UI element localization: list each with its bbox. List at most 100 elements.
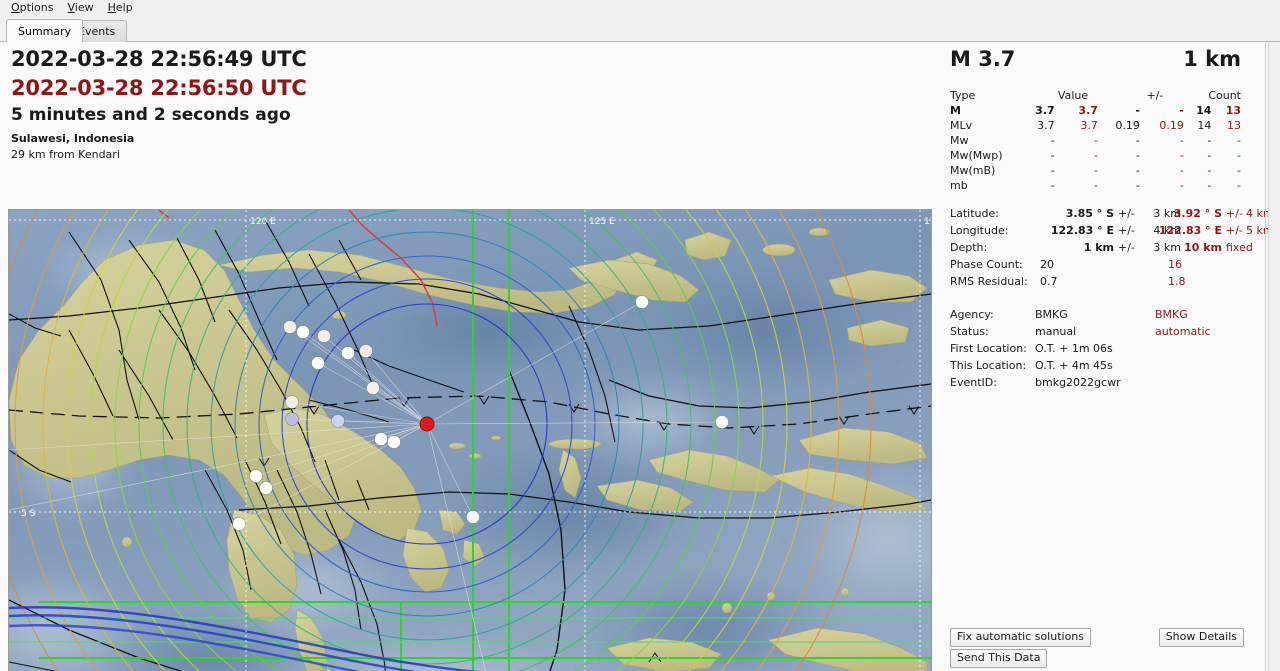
station-marker[interactable] xyxy=(715,415,729,429)
mag-cell-count-manual: - xyxy=(1207,179,1212,192)
epicenter-marker[interactable] xyxy=(419,416,435,432)
magnitude-row-mwmb[interactable]: Mw(mB) - - - - - - xyxy=(950,163,1241,178)
map-canvas[interactable]: 120 E 125 E 130 5 S xyxy=(9,210,931,671)
mag-cell-count-auto: - xyxy=(1237,149,1241,162)
station-marker[interactable] xyxy=(285,412,299,426)
tab-summary[interactable]: Summary xyxy=(6,19,84,42)
longitude-pm: +/- xyxy=(1118,224,1135,237)
right-pane-scrollbar[interactable] xyxy=(1268,42,1280,671)
status-row: Status: manual automatic xyxy=(950,323,1260,340)
station-marker[interactable] xyxy=(359,344,373,358)
menu-options[interactable]: Options xyxy=(4,0,60,16)
seiscomp-summary-window: Options View Help Summary Events 2022-03… xyxy=(0,0,1280,671)
mag-cell-type: Mw(mB) xyxy=(950,164,996,177)
graticule-label: 125 E xyxy=(589,217,615,227)
depth-auto-note: fixed xyxy=(1226,241,1253,254)
mag-cell-value-auto: - xyxy=(1093,164,1098,177)
station-marker[interactable] xyxy=(311,356,325,370)
mag-cell-count-manual: - xyxy=(1207,164,1212,177)
latitude-label: Latitude: xyxy=(950,207,999,220)
mag-cell-err-auto: - xyxy=(1179,149,1184,162)
mag-cell-err-manual: - xyxy=(1135,149,1140,162)
mag-cell-type: Mw xyxy=(950,134,969,147)
station-marker[interactable] xyxy=(387,435,401,449)
mag-cell-value-auto: - xyxy=(1093,149,1098,162)
status-alt: automatic xyxy=(1155,325,1211,338)
station-marker[interactable] xyxy=(259,481,273,495)
rms-residual-auto: 1.8 xyxy=(1168,275,1186,288)
magnitude-row-mlv[interactable]: MLv 3.7 3.7 0.19 0.19 14 13 xyxy=(950,118,1241,133)
show-details-button[interactable]: Show Details xyxy=(1158,628,1244,647)
mag-cell-err-manual: - xyxy=(1135,164,1140,177)
station-marker[interactable] xyxy=(249,469,263,483)
tab-summary-label: Summary xyxy=(18,24,72,38)
first-location-label: First Location: xyxy=(950,342,1027,355)
menu-view[interactable]: View xyxy=(60,0,100,16)
longitude-manual: 122.83 ° E xyxy=(1050,224,1114,237)
station-marker[interactable] xyxy=(232,517,246,531)
mag-cell-value-auto: - xyxy=(1093,179,1098,192)
mag-cell-type: mb xyxy=(950,179,968,192)
send-this-data-button[interactable]: Send This Data xyxy=(950,649,1048,668)
summary-left-pane: 2022-03-28 22:56:49 UTC 2022-03-28 22:56… xyxy=(0,42,940,671)
fix-automatic-solutions-button[interactable]: Fix automatic solutions xyxy=(950,628,1092,647)
magnitude-row-m[interactable]: M 3.7 3.7- -14 13 xyxy=(950,103,1241,118)
mag-cell-err-manual: - xyxy=(1135,134,1140,147)
mag-cell-value-auto: 3.7 xyxy=(1080,119,1098,132)
rms-residual-row: RMS Residual: 0.7 1.8 xyxy=(950,273,1250,290)
station-marker[interactable] xyxy=(366,381,380,395)
summary-right-pane: M 3.7 1 km Type Value +/- Count M 3.7 3.7 -… xyxy=(940,42,1274,671)
station-marker[interactable] xyxy=(374,432,388,446)
this-location-row: This Location: O.T. + 4m 45s xyxy=(950,357,1260,374)
station-marker[interactable] xyxy=(331,414,345,428)
longitude-row: Longitude: 122.83 ° E +/- 4 km 122.83 ° … xyxy=(950,224,1274,237)
station-marker[interactable] xyxy=(296,325,310,339)
elapsed-time: 5 minutes and 2 seconds ago xyxy=(11,105,291,125)
station-marker[interactable] xyxy=(283,320,297,334)
mag-cell-type: MLv xyxy=(950,119,973,132)
mag-cell-value-manual: 3.7 xyxy=(1037,119,1055,132)
first-location-row: First Location: O.T. + 1m 06s xyxy=(950,340,1260,357)
depth-label: Depth: xyxy=(950,241,988,254)
mag-cell-err-manual: - xyxy=(1135,179,1140,192)
latitude-pm: +/- xyxy=(1118,207,1135,220)
depth-pm: +/- xyxy=(1118,241,1135,254)
origin-time: 2022-03-28 22:56:49 UTC xyxy=(11,47,307,71)
depth-manual: 1 km xyxy=(1083,241,1114,254)
region-name: Sulawesi, Indonesia xyxy=(11,132,135,145)
event-id-label: EventID: xyxy=(950,376,997,389)
station-marker[interactable] xyxy=(285,395,299,409)
mag-cell-err-auto: - xyxy=(1179,179,1184,192)
col-header-value: Value xyxy=(1057,89,1089,102)
station-marker[interactable] xyxy=(317,329,331,343)
mag-cell-count-manual: 14 xyxy=(1196,104,1212,117)
menu-help[interactable]: Help xyxy=(101,0,140,16)
mag-cell-err-auto: - xyxy=(1179,164,1184,177)
magnitude-headline: M 3.7 xyxy=(950,47,1016,71)
mag-cell-count-auto: - xyxy=(1237,164,1241,177)
mag-cell-value-manual: - xyxy=(1050,179,1055,192)
station-marker[interactable] xyxy=(341,346,355,360)
magnitude-row-mw[interactable]: Mw - - - - - - xyxy=(950,133,1241,148)
magnitude-row-mwmwp[interactable]: Mw(Mwp) - - - - - - xyxy=(950,148,1241,163)
mag-cell-err-auto: - xyxy=(1179,104,1184,117)
mag-cell-err-manual: - xyxy=(1135,104,1140,117)
tab-events-label: Events xyxy=(78,25,116,38)
longitude-auto-pm: +/- xyxy=(1226,224,1243,237)
rms-residual-label: RMS Residual: xyxy=(950,275,1028,288)
station-marker[interactable] xyxy=(466,510,480,524)
col-header-uncertainty: +/- xyxy=(1146,89,1164,102)
event-id-row: EventID: bmkg2022gcwr xyxy=(950,374,1260,391)
tab-strip: Summary Events xyxy=(0,19,1280,42)
magnitude-row-mb[interactable]: mb - - - - - - xyxy=(950,178,1241,193)
magnitude-table-header: Type Value +/- Count xyxy=(950,88,1241,103)
mag-cell-count-auto: 13 xyxy=(1227,119,1241,132)
station-marker[interactable] xyxy=(635,295,649,309)
graticule-label: 120 E xyxy=(250,217,276,227)
phase-count-manual: 20 xyxy=(1040,258,1054,271)
map-view[interactable]: 120 E 125 E 130 5 S xyxy=(8,209,932,671)
mag-cell-value-manual: 3.7 xyxy=(1035,104,1055,117)
mag-cell-count-auto: 13 xyxy=(1225,104,1241,117)
event-id-value: bmkg2022gcwr xyxy=(1035,376,1121,389)
latitude-auto: 3.92 ° S xyxy=(1173,207,1222,220)
